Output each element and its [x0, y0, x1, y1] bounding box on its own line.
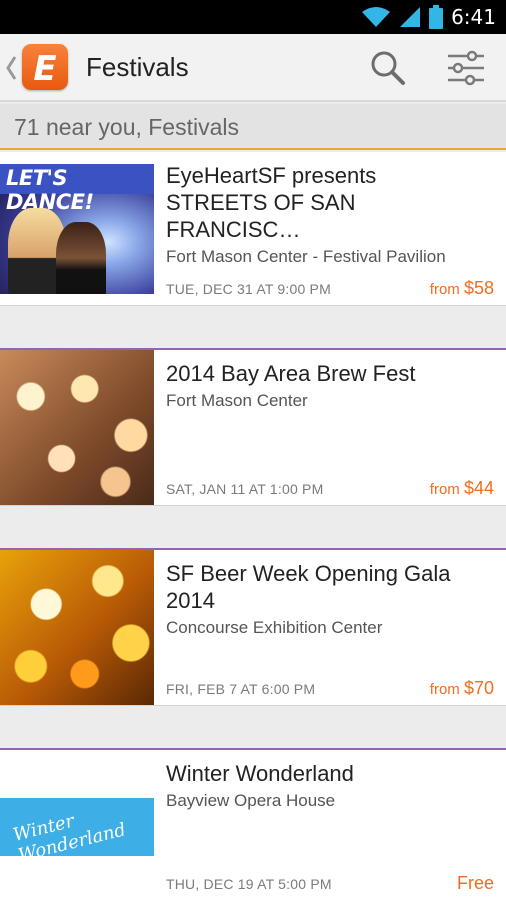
event-thumbnail: Winter Wonderland [0, 750, 154, 900]
event-date: TUE, DEC 31 AT 9:00 PM [166, 281, 331, 297]
status-bar: 6:41 [0, 0, 506, 34]
event-date: SAT, JAN 11 AT 1:00 PM [166, 481, 324, 497]
event-card[interactable]: 2014 Bay Area Brew Fest Fort Mason Cente… [0, 348, 506, 506]
event-card[interactable]: LET'S DANCE! EyeHeartSF presents STREETS… [0, 152, 506, 306]
event-thumbnail [0, 550, 154, 705]
event-price: from $58 [429, 278, 494, 298]
battery-icon [429, 5, 444, 29]
event-thumbnail [0, 350, 154, 505]
action-bar: E Festivals [0, 34, 506, 102]
event-venue: Concourse Exhibition Center [166, 618, 383, 637]
event-date: THU, DEC 19 AT 5:00 PM [166, 876, 332, 892]
event-price: from $44 [429, 478, 494, 498]
event-card[interactable]: SF Beer Week Opening Gala 2014 Concourse… [0, 548, 506, 706]
event-title: Winter Wonderland [166, 761, 354, 786]
event-title: EyeHeartSF presents STREETS OF SAN FRANC… [166, 163, 377, 242]
search-icon[interactable] [370, 50, 406, 86]
wifi-icon [362, 7, 391, 27]
event-price: from $70 [429, 678, 494, 698]
page-title: Festivals [86, 52, 189, 82]
up-caret-icon[interactable] [4, 54, 18, 82]
event-card[interactable]: Winter Wonderland Winter Wonderland Bayv… [0, 748, 506, 900]
signal-icon [400, 7, 421, 27]
event-venue: Fort Mason Center [166, 391, 308, 410]
event-date: FRI, FEB 7 AT 6:00 PM [166, 681, 316, 697]
event-price: Free [456, 873, 494, 893]
event-venue: Bayview Opera House [166, 791, 336, 810]
event-thumbnail: LET'S DANCE! [0, 164, 154, 294]
filter-sliders-icon[interactable] [444, 48, 488, 88]
event-title: SF Beer Week Opening Gala 2014 [166, 561, 451, 613]
results-count-text: 71 near you, Festivals [14, 114, 240, 140]
event-title: 2014 Bay Area Brew Fest [166, 361, 416, 386]
results-subheader: 71 near you, Festivals [0, 104, 506, 150]
status-time: 6:41 [451, 5, 496, 29]
event-venue: Fort Mason Center - Festival Pavilion [166, 247, 446, 266]
eventbrite-logo-icon[interactable]: E [22, 44, 68, 90]
